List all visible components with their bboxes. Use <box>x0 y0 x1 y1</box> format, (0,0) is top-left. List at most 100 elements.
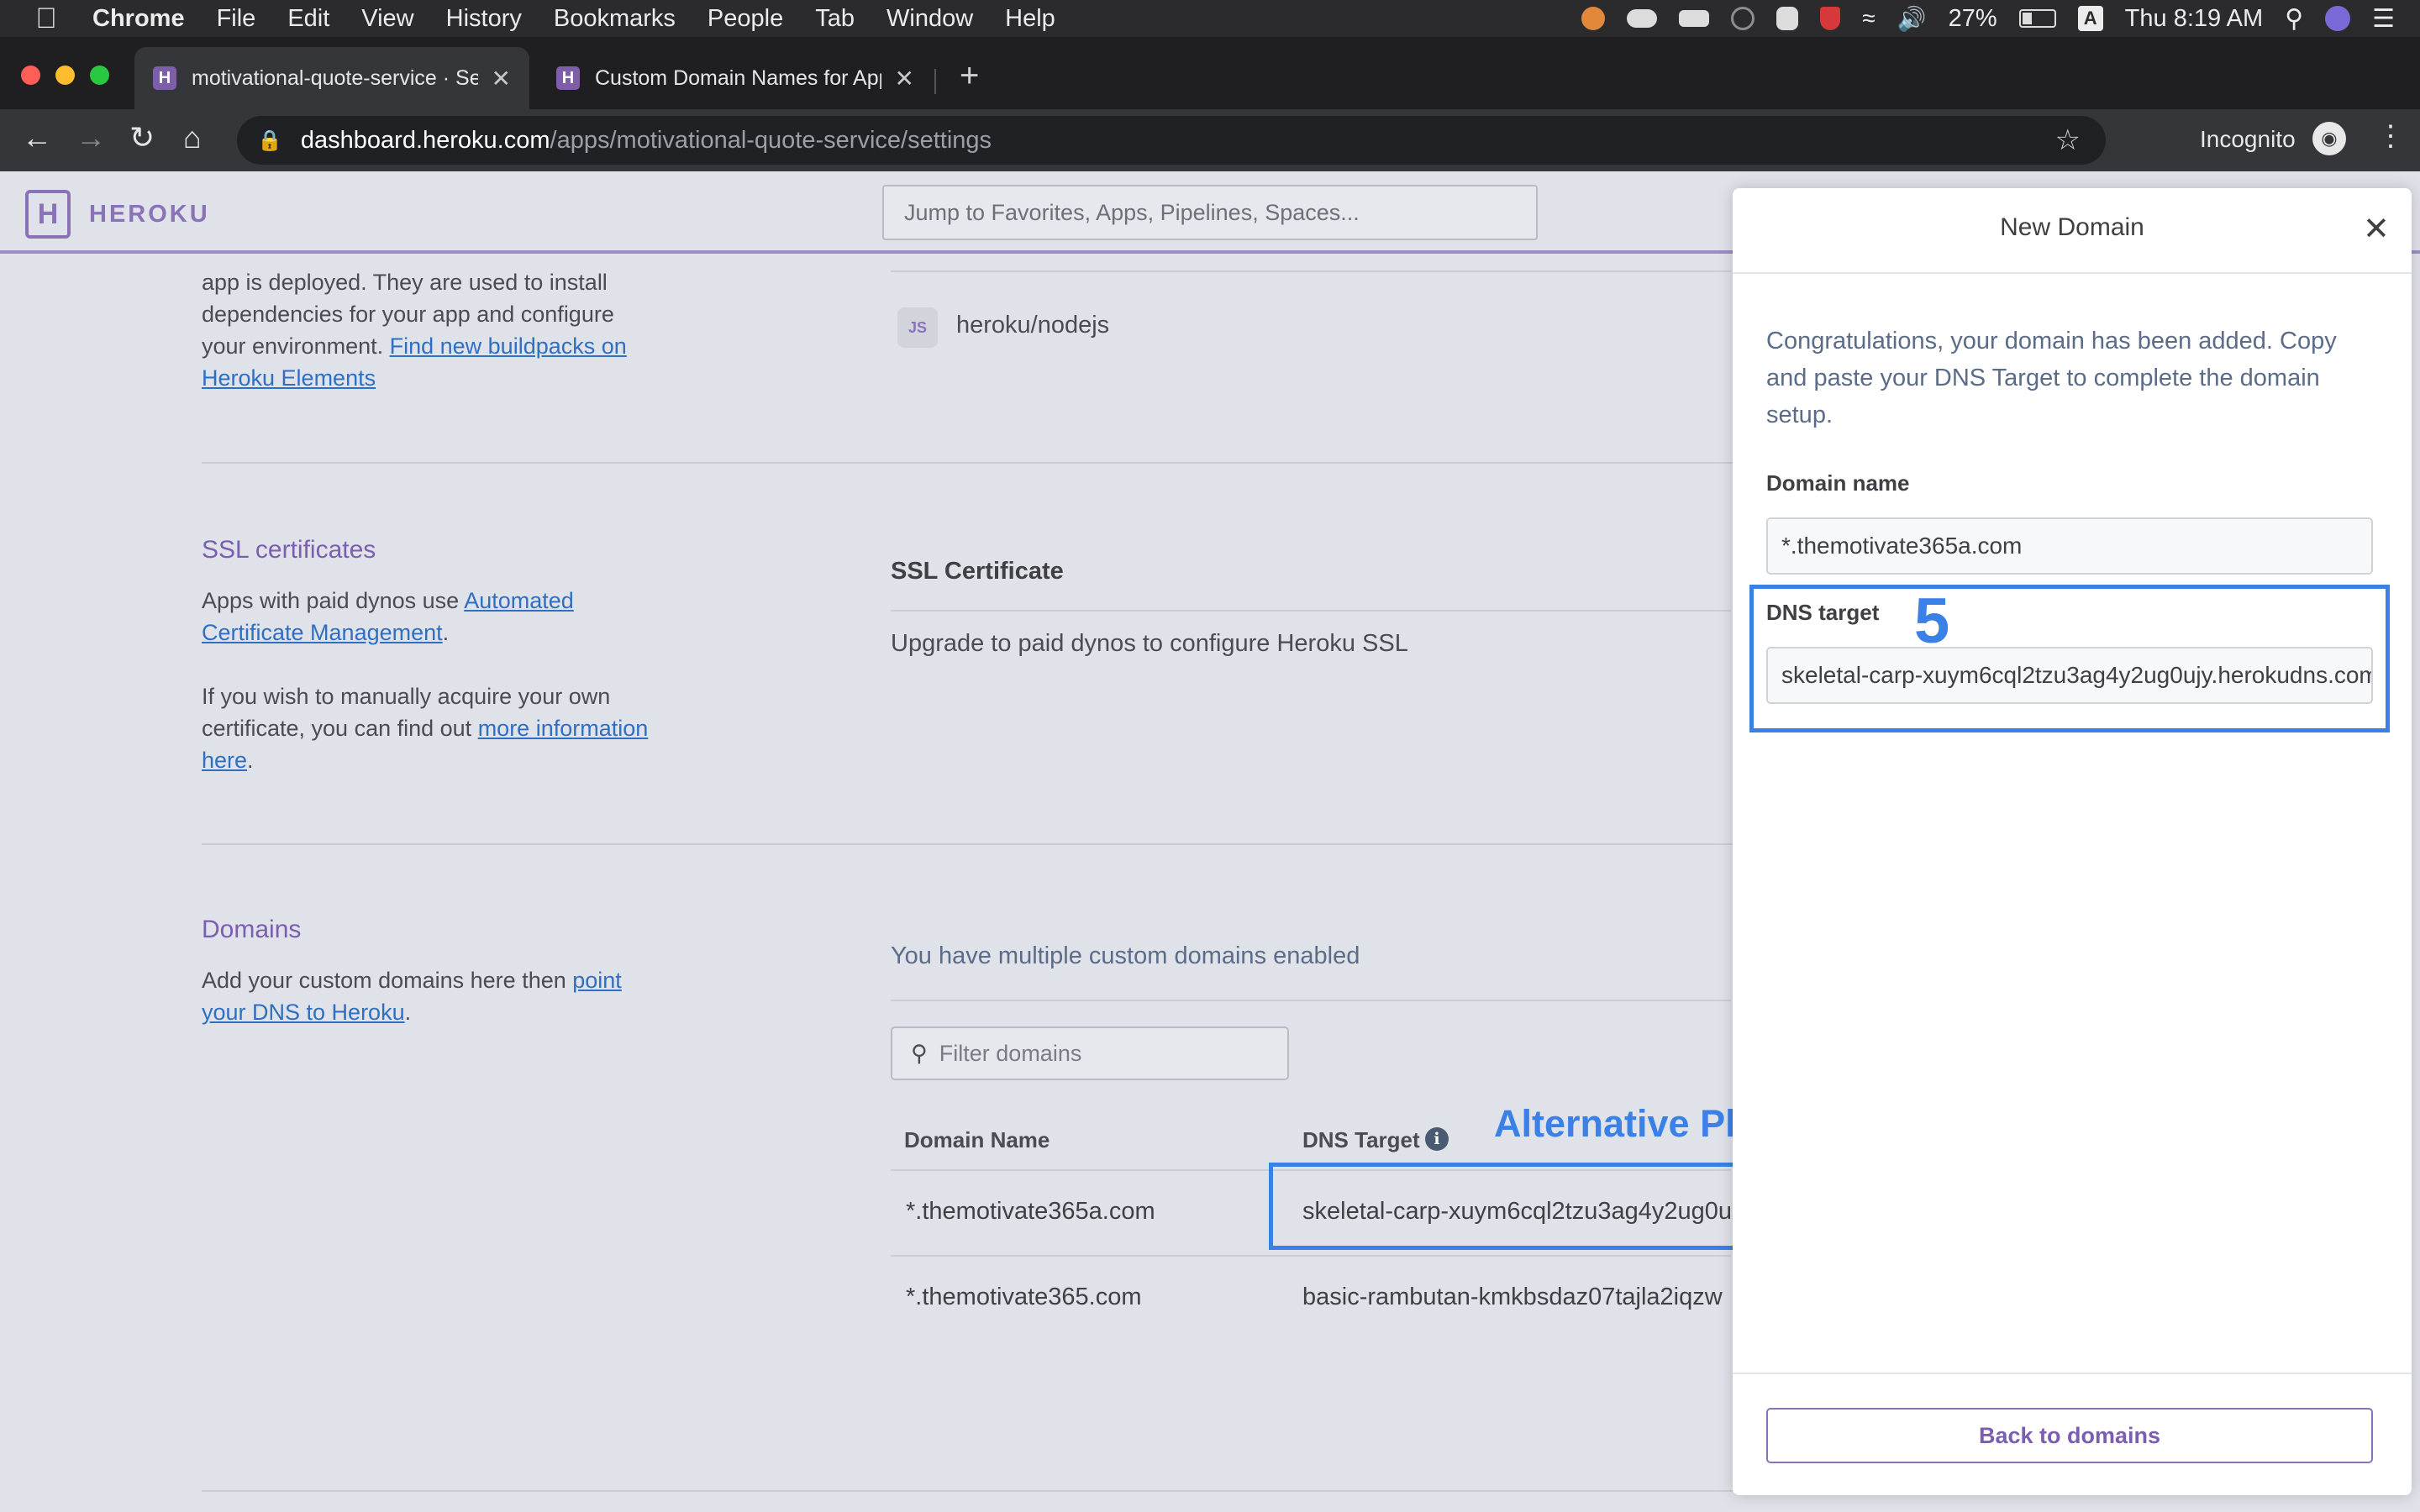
nodejs-icon: JS <box>897 307 938 348</box>
menu-history[interactable]: History <box>446 5 522 33</box>
volume-icon[interactable]: 🔊 <box>1897 5 1927 33</box>
menu-view[interactable]: View <box>361 5 413 33</box>
point-dns-link[interactable]: point <box>572 968 622 993</box>
dns-target-cell[interactable]: basic-rambutan-kmkbsdaz07tajla2iqzw <box>1302 1284 1731 1311</box>
info-icon[interactable]: i <box>1425 1127 1449 1151</box>
window-close-button[interactable] <box>21 66 40 85</box>
incognito-label[interactable]: Incognito <box>2200 126 2296 153</box>
global-search-input[interactable]: Jump to Favorites, Apps, Pipelines, Spac… <box>882 185 1538 240</box>
close-icon[interactable]: ✕ <box>2363 210 2390 248</box>
domain-name-cell: *.themotivate365a.com <box>906 1198 1155 1225</box>
desc-line: app is deployed. They are used to instal… <box>202 270 608 295</box>
buildpack-name: heroku/nodejs <box>956 312 1110 339</box>
spotlight-search-icon[interactable]: ⚲ <box>2285 4 2303 34</box>
domain-name-field[interactable]: *.themotivate365a.com <box>1766 517 2373 575</box>
menu-bookmarks[interactable]: Bookmarks <box>554 5 676 33</box>
input-source-icon[interactable]: A <box>2077 6 2103 31</box>
annotation-box-table-dns <box>1269 1163 1805 1250</box>
address-bar[interactable]: 🔒 dashboard.heroku.com/apps/motivational… <box>237 116 2106 165</box>
ssl-heading: SSL Certificate <box>891 558 1064 585</box>
menu-app-name[interactable]: Chrome <box>92 5 185 33</box>
heroku-logo-icon[interactable]: H <box>25 190 71 239</box>
filter-domains-input[interactable]: ⚲ Filter domains <box>891 1026 1289 1080</box>
cloud-icon[interactable] <box>1627 9 1658 28</box>
more-information-link[interactable]: more information <box>478 716 649 741</box>
back-to-domains-button[interactable]: Back to domains <box>1766 1408 2373 1463</box>
siri-icon[interactable] <box>2325 6 2351 31</box>
new-tab-button[interactable]: + <box>960 57 979 95</box>
reload-icon[interactable]: ↻ <box>129 120 155 155</box>
new-domain-panel: New Domain ✕ Congratulations, your domai… <box>1733 188 2412 1495</box>
tab-close-icon[interactable]: ✕ <box>895 65 914 92</box>
window-minimize-button[interactable] <box>55 66 75 85</box>
panel-divider <box>1733 272 2412 274</box>
incognito-icon[interactable]: ◉ <box>2312 122 2346 155</box>
battery-icon[interactable] <box>2018 9 2056 28</box>
menu-file[interactable]: File <box>217 5 256 33</box>
domain-name-label: Domain name <box>1766 470 1910 496</box>
point-dns-link-2[interactable]: your DNS to Heroku <box>202 1000 405 1025</box>
docker-icon[interactable] <box>1679 10 1710 27</box>
macos-menubar:  Chrome File Edit View History Bookmark… <box>0 0 2420 37</box>
desc-text: . <box>442 620 450 645</box>
heroku-favicon-icon: H <box>153 66 176 90</box>
apple-menu-icon[interactable]:  <box>0 3 92 35</box>
wifi-icon[interactable]: ≈ <box>1862 5 1875 32</box>
tab-separator <box>934 69 936 94</box>
menu-edit[interactable]: Edit <box>287 5 329 33</box>
panel-message: Congratulations, your domain has been ad… <box>1766 328 2337 428</box>
ssl-section-title: SSL certificates <box>202 536 376 564</box>
bookmark-star-icon[interactable]: ☆ <box>2055 123 2081 157</box>
annotation-step-number: 5 <box>1914 585 1950 657</box>
tab-motivational-quote-service[interactable]: H motivational-quote-service · Se ✕ <box>134 47 529 109</box>
filter-placeholder: Filter domains <box>939 1040 1082 1066</box>
ssl-description: Apps with paid dynos use Automated Certi… <box>202 585 723 776</box>
section-divider <box>202 462 1733 464</box>
buildpacks-description: app is deployed. They are used to instal… <box>202 266 706 394</box>
domains-section-title: Domains <box>202 916 302 943</box>
menu-help[interactable]: Help <box>1005 5 1055 33</box>
forward-arrow-icon[interactable]: → <box>76 120 106 155</box>
menu-window[interactable]: Window <box>886 5 973 33</box>
security-shield-icon[interactable] <box>1820 7 1841 30</box>
notification-center-icon[interactable]: ☰ <box>2372 4 2395 34</box>
desc-text: . <box>247 748 254 773</box>
menu-tab[interactable]: Tab <box>815 5 855 33</box>
lock-icon[interactable]: 🔒 <box>257 129 282 153</box>
divider <box>891 610 1731 612</box>
divider <box>891 270 1731 272</box>
window-zoom-button[interactable] <box>90 66 109 85</box>
evernote-icon[interactable] <box>1776 7 1799 30</box>
battery-percent: 27% <box>1948 4 1997 32</box>
url-host: dashboard.heroku.com <box>300 126 550 154</box>
section-divider <box>202 1490 1733 1492</box>
desc-text: If you wish to manually acquire your own <box>202 684 611 709</box>
section-divider <box>202 843 1733 845</box>
tab-custom-domain-names[interactable]: H Custom Domain Names for App ✕ <box>538 47 933 109</box>
table-divider <box>891 1255 1731 1257</box>
menu-people[interactable]: People <box>708 5 783 33</box>
more-information-link-2[interactable]: here <box>202 748 247 773</box>
spinner-icon[interactable] <box>1731 7 1755 30</box>
tab-close-icon[interactable]: ✕ <box>492 65 511 92</box>
heroku-brand-name[interactable]: HEROKU <box>89 201 210 228</box>
annotation-box-dns-target <box>1749 585 2390 732</box>
desc-text: . <box>404 1000 412 1025</box>
url-path: /apps/motivational-quote-service/setting… <box>550 126 992 154</box>
domain-name-cell: *.themotivate365.com <box>906 1284 1142 1310</box>
heroku-elements-link[interactable]: Heroku Elements <box>202 365 376 391</box>
column-header-domain-name[interactable]: Domain Name <box>904 1127 1050 1153</box>
menubar-clock[interactable]: Thu 8:19 AM <box>2125 5 2263 33</box>
tab-title: motivational-quote-service · Se <box>192 66 478 90</box>
column-header-dns-target[interactable]: DNS Target <box>1302 1127 1420 1153</box>
chrome-menu-icon[interactable]: ⋮ <box>2376 119 2405 153</box>
ssl-upgrade-message: Upgrade to paid dynos to configure Herok… <box>891 630 1408 657</box>
acm-link-2[interactable]: Certificate Management <box>202 620 443 645</box>
back-arrow-icon[interactable]: ← <box>22 120 52 155</box>
find-buildpacks-link[interactable]: Find new buildpacks on <box>390 333 627 359</box>
desc-line: your environment. <box>202 333 390 359</box>
home-icon[interactable]: ⌂ <box>183 120 202 155</box>
acm-link[interactable]: Automated <box>464 588 574 613</box>
app-status-icon[interactable] <box>1581 7 1606 30</box>
tab-title: Custom Domain Names for App <box>595 66 881 90</box>
